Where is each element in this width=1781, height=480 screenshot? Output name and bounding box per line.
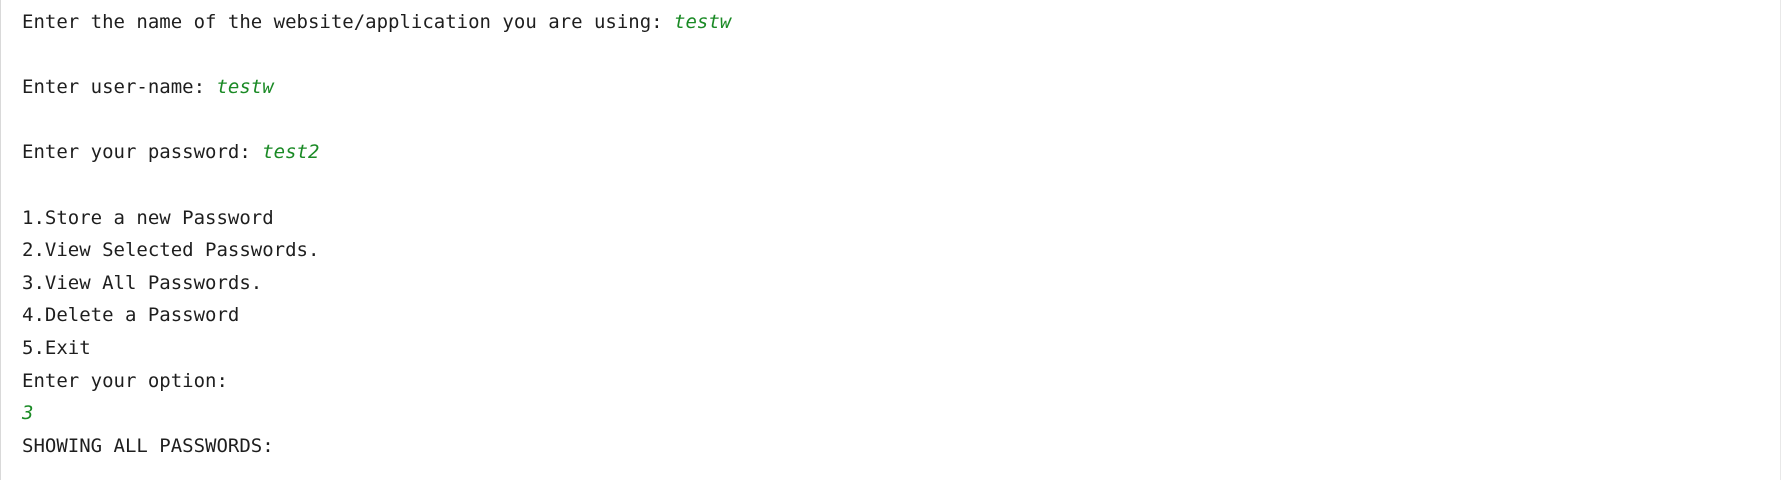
website-name-input: testw [674,11,732,33]
console-prompt-text: Enter your password: [22,141,263,164]
console-prompt-text: Enter user-name: [22,76,217,99]
menu-option-exit: 5.Exit [22,336,91,359]
console-output[interactable]: Enter the name of the website/applicatio… [0,0,1781,480]
console-line-option-prompt: Enter your option: [22,369,228,392]
menu-option-view-all: 3.View All Passwords. [22,271,263,294]
console-line-password-prompt: Enter your password: test2 [22,139,1781,172]
option-input: 3 [22,402,34,425]
username-input: testw [216,76,274,99]
password-input: test2 [262,141,320,164]
console-line-showing-passwords: SHOWING ALL PASSWORDS: [22,434,274,457]
menu-option-view-selected: 2.View Selected Passwords. [22,239,320,262]
menu-option-delete-password: 4.Delete a Password [22,304,240,327]
console-line-website-prompt: Enter the name of the website/applicatio… [22,9,1781,42]
console-prompt-text: Enter the name of the website/applicatio… [22,11,675,33]
console-line-username-prompt: Enter user-name: testw [22,74,1781,107]
menu-option-store-password: 1.Store a new Password [22,206,274,229]
